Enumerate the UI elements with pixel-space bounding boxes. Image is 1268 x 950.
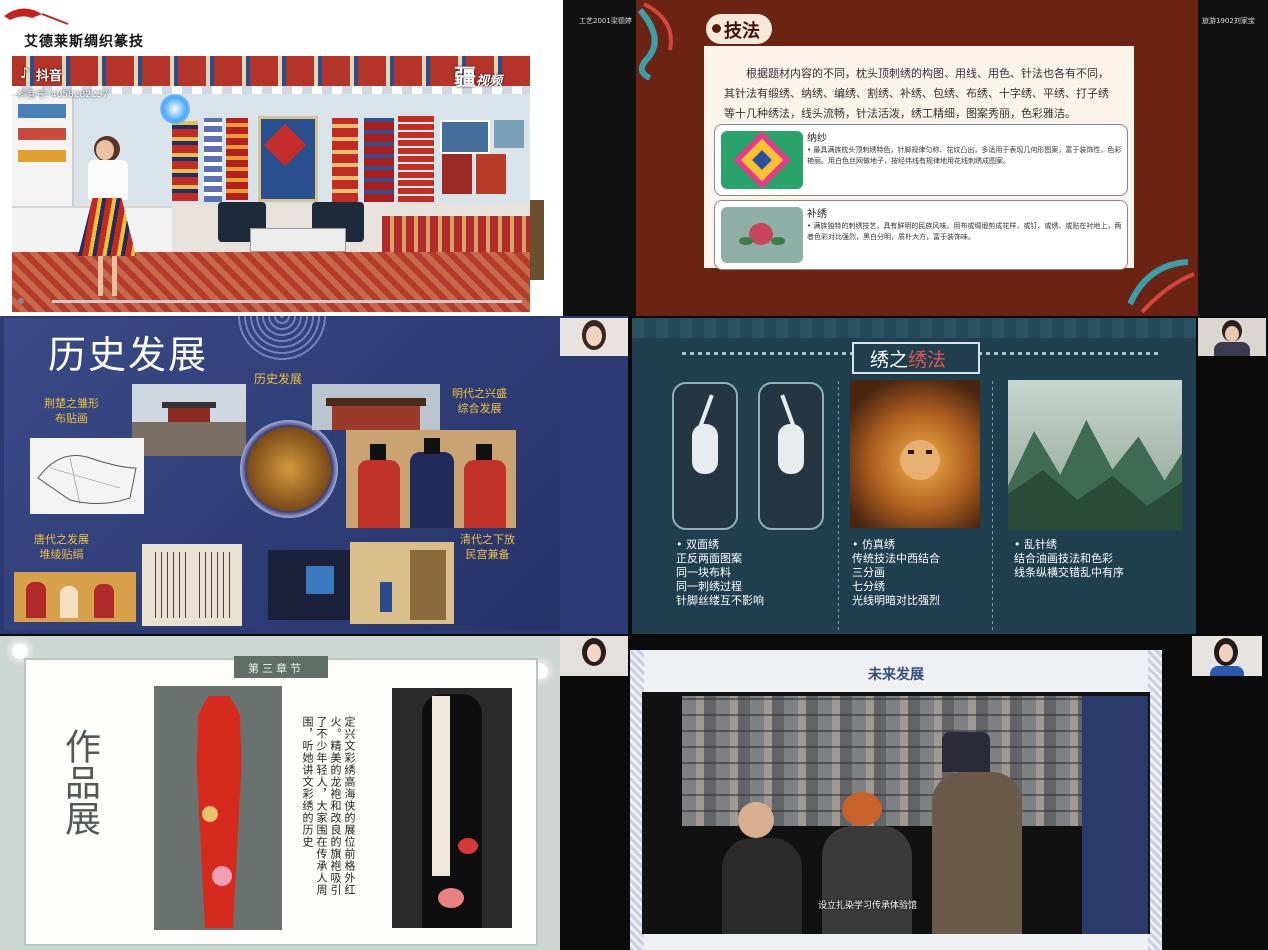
ming-officials-painting xyxy=(346,430,516,528)
video-channel-logo: 疆视频 xyxy=(454,60,502,92)
red-qipao-image xyxy=(154,686,282,930)
participant-tile-3 xyxy=(560,318,628,356)
qing-painting xyxy=(350,542,454,624)
technique-card-buxiu: 补绣 • 满族独特的刺绣技艺，具有鲜明的民族风味。用布或绸缎剪成花样，或钉、或绣… xyxy=(714,200,1128,270)
video-caption: 设立扎染学习传承体验馆 xyxy=(818,901,918,911)
progress-bar[interactable] xyxy=(52,300,522,303)
swirl-ribbon-icon-2 xyxy=(1128,259,1195,314)
lion-embroidery-image xyxy=(850,380,980,528)
technique-card-nasha: 纳纱 • 最具满族枕头顶刺绣特色，针脚规律匀称、花纹凸出，多适用于表现几何形图案… xyxy=(714,124,1128,196)
avatar-face xyxy=(587,644,601,662)
play-button[interactable] xyxy=(18,298,24,304)
video-channel-word: 视频 xyxy=(476,74,503,89)
participant-name: 旅游1902刘家宝 xyxy=(1202,17,1255,25)
shop-video-frame[interactable]: ♪ 抖音 抖音号: 4058282257 疆视频 xyxy=(12,56,530,312)
slide-future: 未来发展 设立扎染学习传承体验馆 xyxy=(630,650,1162,950)
video-channel-glyph: 疆 xyxy=(454,66,477,91)
book-photo xyxy=(142,544,242,626)
brand-title: 艾德莱斯绸织篆技 xyxy=(24,34,144,50)
slide-title: 历史发展 xyxy=(48,333,209,377)
participant-name: 工艺2001梁德婷 xyxy=(579,17,632,25)
slide-works-exhibition: 第三章节 作品展 定兴文彩绣高海侠的展位前格外红火。精美的龙袍和改良的旗袍吸引了… xyxy=(0,636,560,950)
method-line: 同一刺绣过程 xyxy=(676,580,742,593)
label-tang: 唐代之发展 堆绫贴绢 xyxy=(34,533,89,561)
card-text-buxiu-body: 满族独特的刺绣技艺，具有鲜明的民族风味。用布或绸缎剪成花样，或钉、或绣、或贴在衬… xyxy=(807,222,1122,241)
method-line: 传统技法中西结合 xyxy=(852,552,940,565)
method-line: • 双面绣 xyxy=(676,538,719,551)
method-line: 光线明暗对比强烈 xyxy=(852,594,940,607)
slide-title: 技法 xyxy=(724,21,760,42)
slide-title: 绣之绣法 xyxy=(870,345,946,372)
map-sketch xyxy=(30,438,144,514)
card-text-nasha: • 最具满族枕头顶刺绣特色，针脚规律匀称、花纹凸出，多适用于表现几何形图案，富于… xyxy=(807,146,1122,165)
nasha-embroidery-image xyxy=(721,131,803,189)
bullet-dot-icon xyxy=(712,24,721,33)
label-ming: 明代之兴盛 综合发展 xyxy=(452,387,507,415)
dragon-medallion xyxy=(240,420,338,518)
tang-painting xyxy=(14,572,136,622)
intro-paragraph: 根据题材内容的不同，枕头顶刺绣的构图、用线、用色、针法也各有不同，其针法有缎绣、… xyxy=(724,67,1109,120)
tiktok-account-id: 抖音号: 4058282257 xyxy=(18,90,109,100)
slide-title: 作品展 xyxy=(59,728,100,836)
method-line: • 乱针绣 xyxy=(1014,538,1057,551)
tiktok-logo-icon: ♪ xyxy=(20,64,30,82)
center-label: 历史发展 xyxy=(254,372,303,386)
method-line: 正反两面图案 xyxy=(676,552,742,565)
method-list-random-stitch: • 乱针绣 结合油画技法和色彩 线条纵横交错乱中有序 xyxy=(1014,538,1124,580)
video-tile-tiktok: 艾德莱斯绸织篆技 ♪ 抖音 抖音号: 4058282257 疆视频 xyxy=(0,0,563,316)
method-line: 七分绣 xyxy=(852,580,885,593)
method-line: 三分画 xyxy=(852,566,885,579)
avatar-face xyxy=(586,326,602,346)
participant-tile-2: 旅游1902刘家宝 xyxy=(1198,0,1268,316)
label-qing: 清代之下放 民宫兼备 xyxy=(460,533,515,561)
method-list-realistic: • 仿真绣 传统技法中西结合 三分画 七分绣 光线明暗对比强烈 xyxy=(852,538,940,608)
method-list-double-sided: • 双面绣 正反两面图案 同一块布料 同一刺绣过程 针脚丝缕互不影响 xyxy=(676,538,764,608)
slide-embroidery-methods: 绣之绣法 • 双面绣 正反两面图案 同一块布料 同一刺绣过程 针脚丝缕互不影响 … xyxy=(632,318,1196,634)
double-sided-cat-image-1 xyxy=(672,382,738,530)
participant-tile-4 xyxy=(1198,318,1266,356)
method-line: 结合油画技法和色彩 xyxy=(1014,552,1113,565)
avatar-face xyxy=(1225,326,1239,342)
avatar-face xyxy=(1219,644,1233,662)
card-title-nasha: 纳纱 xyxy=(807,133,827,144)
method-line: 针脚丝缕互不影响 xyxy=(676,594,764,607)
black-robe-image xyxy=(392,688,512,928)
participant-tile-5 xyxy=(560,636,628,676)
slide-techniques: 技法 根据题材内容的不同，枕头顶刺绣的构图、用线、用色、针法也各有不同，其针法有… xyxy=(636,0,1198,316)
workshop-video[interactable]: 设立扎染学习传承体验馆 xyxy=(642,692,1150,934)
umbrella-logo-icon xyxy=(4,8,69,25)
method-line: 同一块布料 xyxy=(676,566,731,579)
double-sided-cat-image-2 xyxy=(758,382,824,530)
palace-photo xyxy=(312,384,440,430)
chapter-label: 第三章节 xyxy=(248,662,304,675)
label-chu: 荆楚之雏形 布贴画 xyxy=(44,397,99,425)
tiktok-label: 抖音 xyxy=(36,69,63,84)
slide-title-a: 绣之 xyxy=(870,349,909,371)
participant-tile-1: 工艺2001梁德婷 xyxy=(563,0,636,316)
landscape-embroidery-image xyxy=(1008,380,1182,530)
exhibition-poem: 定兴文彩绣高海侠的展位前格外红火。精美的龙袍和改良的旗袍吸引了不少年轻人，大家围… xyxy=(301,716,356,896)
buxiu-embroidery-image xyxy=(721,207,803,263)
tower-photo xyxy=(132,384,246,456)
card-text-buxiu: • 满族独特的刺绣技艺，具有鲜明的民族风味。用布或绸缎剪成花样，或钉、或绣、或贴… xyxy=(807,222,1122,241)
slide-title-b: 绣法 xyxy=(908,349,947,371)
slide-title: 未来发展 xyxy=(868,667,924,683)
slide-history: 历史发展 历史发展 荆楚之雏形 布贴画 明代之兴盛 综合发展 唐代之发展 堆绫贴… xyxy=(0,316,628,634)
card-text-nasha-body: 最具满族枕头顶刺绣特色，针脚规律匀称、花纹凸出，多适用于表现几何形图案，富于装饰… xyxy=(807,146,1122,165)
participant-tile-6 xyxy=(1192,636,1262,676)
method-line: • 仿真绣 xyxy=(852,538,895,551)
method-line: 线条纵横交错乱中有序 xyxy=(1014,566,1124,579)
card-title-buxiu: 补绣 xyxy=(807,209,827,220)
